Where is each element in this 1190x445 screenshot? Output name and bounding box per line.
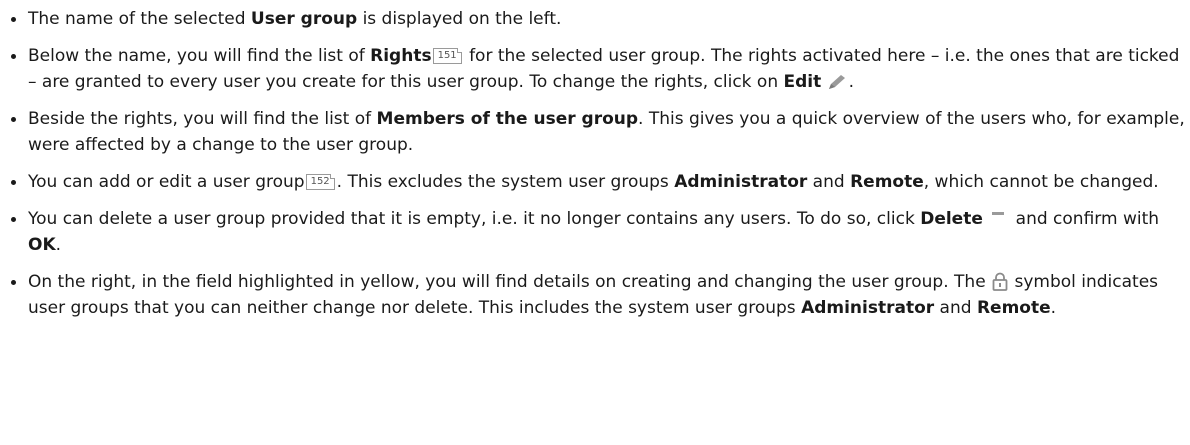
link-rights[interactable]: Rights — [370, 46, 431, 66]
bullet-text: Beside the rights, you will find the lis… — [28, 109, 377, 129]
bullet-text: On the right, in the field highlighted i… — [28, 272, 992, 292]
bullet-text: . — [848, 72, 855, 92]
bold-term-ok: OK — [28, 235, 56, 255]
bullet-text: . — [55, 235, 62, 255]
bold-term-members: Members of the user group — [376, 109, 639, 129]
bullet-text: is displayed on the left. — [357, 9, 562, 29]
bold-term-remote: Remote — [976, 298, 1051, 318]
bold-term-administrator: Administrator — [801, 298, 935, 318]
list-item: The name of the selected User group is d… — [8, 6, 1190, 32]
bullet-text: The name of the selected — [28, 9, 251, 29]
list-item: Below the name, you will find the list o… — [8, 43, 1190, 95]
bullet-text: You can add or edit a user group — [28, 172, 305, 192]
list-item: You can delete a user group provided tha… — [8, 206, 1190, 258]
help-document: The name of the selected User group is d… — [0, 0, 1190, 321]
minus-icon — [988, 210, 1010, 228]
bullet-text: . — [1050, 298, 1057, 318]
bullet-text: , which cannot be changed. — [923, 172, 1159, 192]
page-reference-rights[interactable]: 151 — [432, 48, 462, 64]
page-reference-add-edit[interactable]: 152 — [305, 174, 335, 190]
list-item: On the right, in the field highlighted i… — [8, 269, 1190, 321]
bullet-text: You can delete a user group provided tha… — [28, 209, 921, 229]
bold-term-user-group: User group — [250, 9, 358, 29]
bullet-text: . This excludes the system user groups — [336, 172, 675, 192]
bullet-text: Below the name, you will find the list o… — [28, 46, 371, 66]
bullet-text: and confirm with — [1010, 209, 1160, 229]
lock-icon — [991, 272, 1009, 292]
bullet-text: and — [934, 298, 977, 318]
bold-term-delete: Delete — [920, 209, 983, 229]
list-item: You can add or edit a user group 152. Thi… — [8, 169, 1190, 195]
bullet-text: and — [807, 172, 851, 192]
bold-term-remote: Remote — [850, 172, 924, 192]
bold-term-administrator: Administrator — [674, 172, 808, 192]
list-item: Beside the rights, you will find the lis… — [8, 106, 1190, 158]
bullet-list: The name of the selected User group is d… — [8, 6, 1190, 321]
bold-term-edit: Edit — [783, 72, 822, 92]
pencil-icon — [827, 73, 849, 91]
